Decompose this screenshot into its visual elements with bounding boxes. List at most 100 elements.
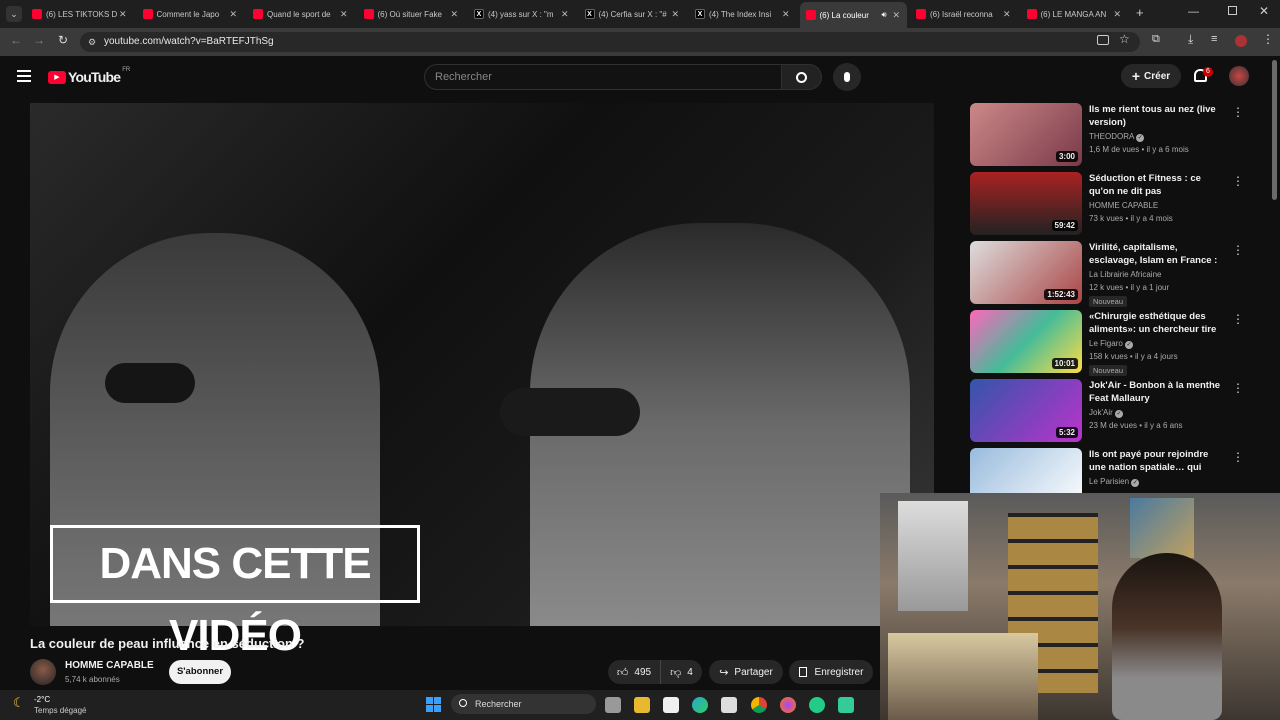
task-view-icon[interactable] (605, 697, 621, 713)
install-app-icon[interactable] (1097, 35, 1109, 45)
recommended-video[interactable]: 10:01 «Chirurgie esthétique des aliments… (970, 310, 1244, 376)
channel-label: THEODORA (1089, 132, 1134, 141)
tab-close-icon[interactable]: ✕ (451, 9, 461, 20)
recommended-title[interactable]: Séduction et Fitness : ce qu'on ne dit p… (1089, 172, 1225, 198)
region-code: FR (122, 67, 131, 73)
account-avatar[interactable] (1229, 66, 1249, 86)
recommended-channel[interactable]: La Librairie Africaine (1089, 270, 1161, 279)
green-app-icon[interactable] (809, 697, 825, 713)
profile-avatar-icon[interactable] (1235, 35, 1247, 47)
recommended-title[interactable]: Ils ont payé pour rejoindre une nation s… (1089, 448, 1225, 475)
tab-list-chevron-icon[interactable]: ⌄ (6, 6, 22, 22)
tab-close-icon[interactable]: ✕ (782, 9, 792, 20)
address-bar[interactable]: ⚙ youtube.com/watch?v=BaRTEFJThSg (80, 32, 1140, 52)
maximize-icon[interactable] (1228, 6, 1237, 15)
recommended-channel[interactable]: Le Figaro ✓ (1089, 339, 1134, 349)
downloads-icon[interactable]: ⤓ (1188, 32, 1193, 47)
tab-close-icon[interactable]: ✕ (561, 9, 571, 20)
more-options-icon[interactable]: ⋮ (1232, 105, 1244, 119)
recommended-video[interactable]: 3:00 Ils me rient tous au nez (live vers… (970, 103, 1244, 169)
recommended-title[interactable]: Virilité, capitalisme, esclavage, Islam … (1089, 241, 1225, 268)
edge-icon[interactable] (692, 697, 708, 713)
site-info-icon[interactable]: ⚙ (88, 32, 96, 52)
discord-like-icon[interactable] (838, 697, 854, 713)
webcam-person (1112, 553, 1222, 720)
browser-tab[interactable]: (6) LES TIKTOKS D ✕ (26, 4, 133, 24)
recommended-title[interactable]: «Chirurgie esthétique des aliments»: un … (1089, 310, 1225, 337)
recommended-video[interactable]: 59:42 Séduction et Fitness : ce qu'on ne… (970, 172, 1244, 238)
create-button[interactable]: + Créer (1121, 64, 1181, 88)
tab-audio-icon[interactable]: 🔊︎ (881, 10, 886, 20)
save-label: Enregistrer (814, 666, 864, 678)
tab-close-icon[interactable]: ✕ (1003, 9, 1013, 20)
weather-temp[interactable]: -2°C (34, 695, 50, 704)
recommended-video[interactable]: 5:32 Jok'Air - Bonbon à la menthe Feat M… (970, 379, 1244, 445)
browser-tab[interactable]: (6) Où situer Fake ✕ (358, 4, 465, 24)
voice-search-button[interactable] (833, 63, 861, 91)
browser-tab[interactable]: Quand le sport de ✕ (247, 4, 354, 24)
channel-avatar[interactable] (30, 659, 56, 685)
recommended-title[interactable]: Jok'Air - Bonbon à la menthe Feat Mallau… (1089, 379, 1225, 405)
recommended-channel[interactable]: Jok'Air ✓ (1089, 408, 1123, 418)
recommended-video[interactable]: 1:52:43 Virilité, capitalisme, esclavage… (970, 241, 1244, 307)
youtube-logo[interactable]: ▶ YouTube FR (48, 67, 131, 85)
extensions-icon[interactable]: ⧉ (1152, 33, 1160, 46)
video-thumbnail[interactable]: 1:52:43 (970, 241, 1082, 304)
bookmark-star-icon[interactable]: ☆ (1119, 32, 1130, 46)
search-button[interactable] (782, 64, 822, 90)
tab-close-icon[interactable]: ✕ (672, 9, 682, 20)
browser-tab[interactable]: (6) La couleur 🔊︎ ✕ (799, 2, 907, 28)
page-scrollbar[interactable] (1272, 60, 1277, 200)
search-input[interactable]: Rechercher (424, 64, 782, 90)
video-thumbnail[interactable]: 3:00 (970, 103, 1082, 166)
weather-desc[interactable]: Temps dégagé (34, 706, 86, 715)
chrome-icon[interactable] (751, 697, 767, 713)
recommended-title[interactable]: Ils me rient tous au nez (live version) (1089, 103, 1225, 129)
more-options-icon[interactable]: ⋮ (1232, 312, 1244, 326)
taskbar-search-box[interactable]: Rechercher (451, 694, 596, 714)
more-options-icon[interactable]: ⋮ (1232, 381, 1244, 395)
more-options-icon[interactable]: ⋮ (1232, 174, 1244, 188)
close-window-icon[interactable]: ✕ (1259, 4, 1269, 18)
tab-close-icon[interactable]: ✕ (340, 9, 350, 20)
browser-tab[interactable]: X (4) The Index Insi ✕ (689, 4, 796, 24)
video-thumbnail[interactable]: 10:01 (970, 310, 1082, 373)
start-windows-icon[interactable] (426, 697, 441, 712)
more-options-icon[interactable]: ⋮ (1232, 243, 1244, 257)
recommended-channel[interactable]: HOMME CAPABLE (1089, 201, 1158, 210)
browser-menu-icon[interactable]: ⋮ (1262, 32, 1274, 46)
media-control-icon[interactable]: ≡ (1211, 33, 1217, 45)
save-button[interactable]: Enregistrer (789, 660, 873, 684)
browser-tab[interactable]: X (4) yass sur X : "m ✕ (468, 4, 575, 24)
notepad-icon[interactable] (663, 697, 679, 713)
tab-close-icon[interactable]: ✕ (893, 10, 903, 21)
browser-tab[interactable]: (6) Israël reconna ✕ (910, 4, 1017, 24)
video-thumbnail[interactable]: 59:42 (970, 172, 1082, 235)
tab-close-icon[interactable]: ✕ (230, 9, 240, 20)
store-icon[interactable] (721, 697, 737, 713)
browser-tab[interactable]: Comment le Japo ✕ (137, 4, 244, 24)
back-arrow-icon[interactable]: ← (10, 33, 22, 47)
tab-close-icon[interactable]: ✕ (1114, 9, 1124, 20)
firefox-icon[interactable] (780, 697, 796, 713)
reload-icon[interactable]: ↻ (58, 33, 68, 47)
more-options-icon[interactable]: ⋮ (1232, 450, 1244, 464)
browser-tab[interactable]: X (4) Cerfia sur X : "# ✕ (579, 4, 686, 24)
new-tab-plus-icon[interactable]: + (1136, 5, 1144, 20)
file-explorer-icon[interactable] (634, 697, 650, 713)
hamburger-menu-icon[interactable] (17, 70, 31, 82)
video-thumbnail[interactable]: 5:32 (970, 379, 1082, 442)
dislike-button[interactable]: 👎︎ 4 (660, 660, 702, 684)
minimize-icon[interactable]: — (1188, 6, 1199, 18)
tab-close-icon[interactable]: ✕ (119, 9, 129, 20)
forward-arrow-icon[interactable]: → (33, 33, 45, 47)
youtube-favicon-icon (32, 9, 42, 19)
channel-name[interactable]: HOMME CAPABLE (65, 660, 154, 671)
share-button[interactable]: ↪ Partager (709, 660, 783, 684)
x-logo-icon: X (474, 9, 484, 19)
recommended-channel[interactable]: THEODORA ✓ (1089, 132, 1145, 142)
browser-tab[interactable]: (6) LE MANGA AN ✕ (1021, 4, 1128, 24)
subscribe-button[interactable]: S'abonner (169, 660, 231, 684)
recommended-channel[interactable]: Le Parisien ✓ (1089, 477, 1140, 487)
like-button[interactable]: 👍︎ 495 (608, 660, 660, 684)
